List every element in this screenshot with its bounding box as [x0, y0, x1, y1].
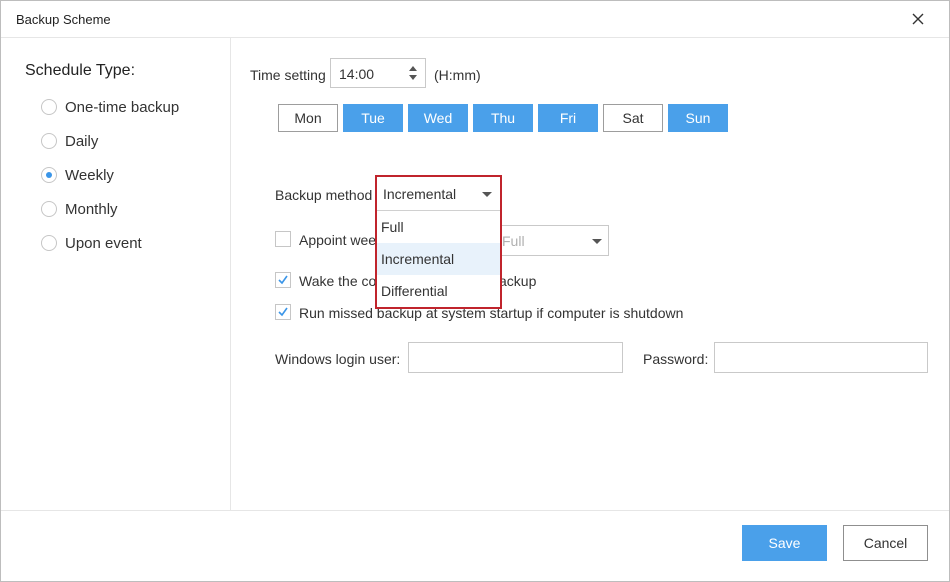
day-mon-button[interactable]: Mon [278, 104, 338, 132]
radio-button[interactable] [41, 133, 57, 149]
day-sun-button[interactable]: Sun [668, 104, 728, 132]
appoint-weekday-checkbox[interactable] [275, 231, 291, 247]
wake-computer-label-end: ackup [499, 273, 537, 289]
time-value: 14:00 [339, 66, 375, 82]
schedule-type-pane: Schedule Type: One-time backup Daily Wee… [1, 38, 231, 510]
password-label: Password: [643, 351, 709, 367]
backup-method-label: Backup method [275, 187, 373, 203]
wake-computer-label: Wake the co [299, 273, 377, 289]
run-missed-backup-checkbox[interactable] [275, 304, 291, 320]
close-icon[interactable] [907, 8, 929, 30]
radio-button-selected[interactable] [41, 167, 57, 183]
backup-scheme-dialog: Backup Scheme Schedule Type: One-time ba… [0, 0, 950, 582]
radio-label: Weekly [65, 166, 114, 184]
dropdown-highlight-frame [375, 175, 502, 309]
windows-login-user-label: Windows login user: [275, 351, 401, 367]
title-bar: Backup Scheme [1, 1, 949, 38]
radio-daily[interactable]: Daily [41, 130, 98, 152]
password-input[interactable] [714, 342, 928, 373]
day-fri-button[interactable]: Fri [538, 104, 598, 132]
time-spinner-icon[interactable] [409, 65, 417, 81]
radio-button[interactable] [41, 235, 57, 251]
time-setting-label: Time setting [250, 67, 326, 83]
radio-button[interactable] [41, 201, 57, 217]
radio-weekly[interactable]: Weekly [41, 164, 114, 186]
radio-label: Daily [65, 132, 99, 150]
appoint-weekday-label: Appoint wee [299, 232, 377, 248]
schedule-type-heading: Schedule Type: [25, 62, 136, 79]
appoint-full-value: Full [502, 233, 525, 249]
wake-computer-checkbox[interactable] [275, 272, 291, 288]
checkmark-icon [278, 307, 288, 317]
radio-upon-event[interactable]: Upon event [41, 232, 142, 254]
windows-login-user-input[interactable] [408, 342, 623, 373]
time-input[interactable]: 14:00 [330, 58, 426, 88]
radio-button[interactable] [41, 99, 57, 115]
checkmark-icon [278, 275, 288, 285]
radio-one-time-backup[interactable]: One-time backup [41, 96, 179, 118]
day-sat-button[interactable]: Sat [603, 104, 663, 132]
radio-label: One-time backup [65, 98, 180, 116]
cancel-button[interactable]: Cancel [843, 525, 928, 561]
dialog-title: Backup Scheme [16, 12, 111, 27]
radio-label: Upon event [65, 234, 142, 252]
radio-monthly[interactable]: Monthly [41, 198, 118, 220]
radio-label: Monthly [65, 200, 118, 218]
chevron-down-icon [592, 239, 602, 244]
time-format-hint: (H:mm) [434, 67, 481, 83]
day-tue-button[interactable]: Tue [343, 104, 403, 132]
save-button[interactable]: Save [742, 525, 827, 561]
day-wed-button[interactable]: Wed [408, 104, 468, 132]
day-thu-button[interactable]: Thu [473, 104, 533, 132]
